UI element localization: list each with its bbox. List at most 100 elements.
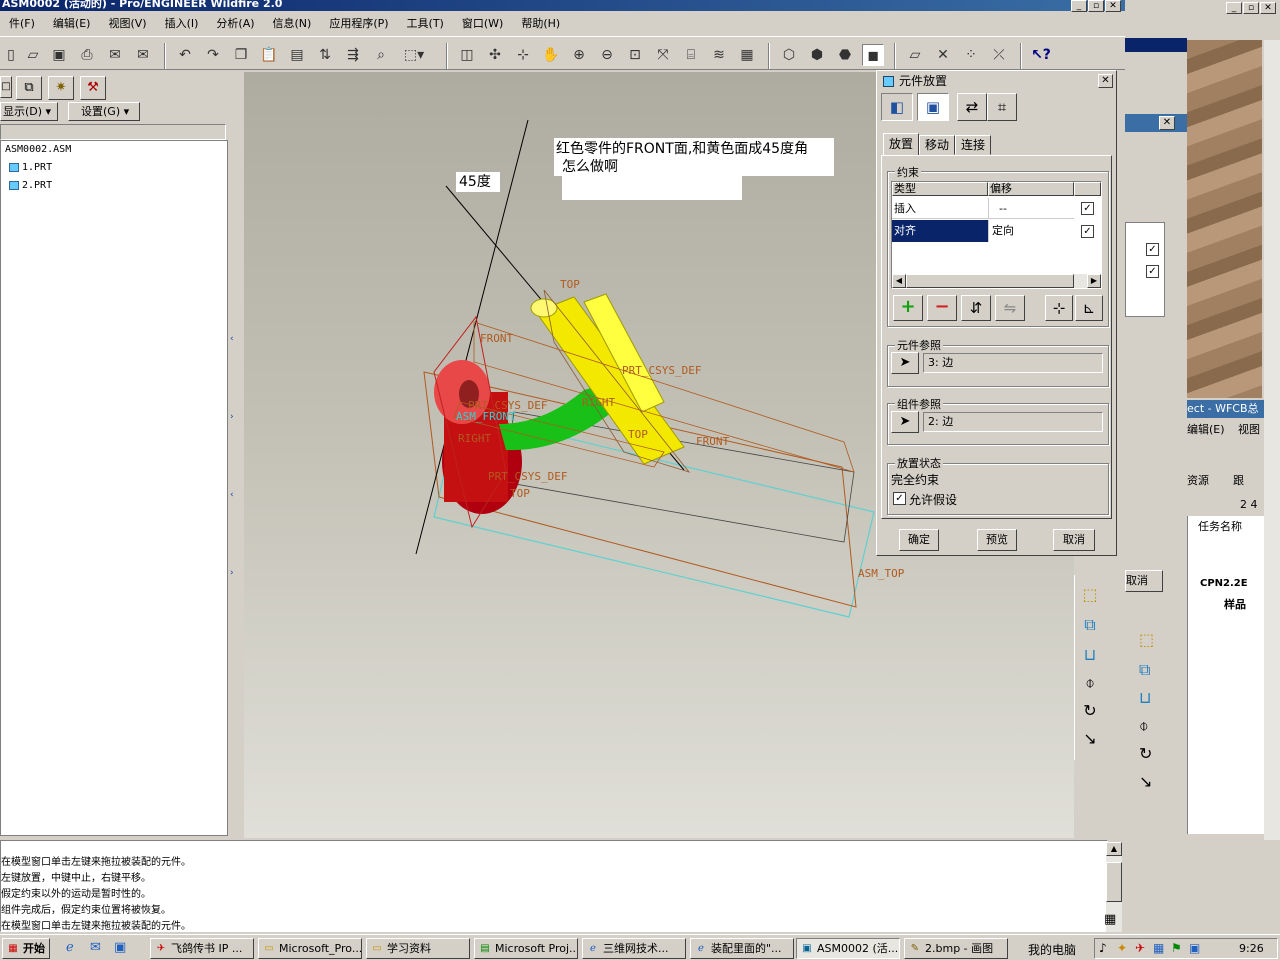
menu-file[interactable]: 件(F) <box>0 15 44 31</box>
task-study-folder[interactable]: ▭ 学习资料 <box>366 938 470 959</box>
datum-axes-icon[interactable]: ✕ <box>932 44 954 66</box>
add-constraint-icon[interactable]: + <box>893 295 923 321</box>
tab-move[interactable]: 移动 <box>919 135 955 155</box>
constraints-h-scrollbar[interactable]: ◀ ▶ <box>892 274 1101 288</box>
ok-button[interactable]: 确定 <box>899 529 939 551</box>
constraint-row-2-type[interactable]: 对齐 <box>892 220 988 242</box>
menu-tools[interactable]: 工具(T) <box>398 15 453 31</box>
bg-checkbox-1[interactable]: ✓ <box>1146 243 1159 256</box>
regenerate-icon[interactable]: ⇅ <box>314 44 336 66</box>
saved-views-icon[interactable]: ⌸ <box>680 44 702 66</box>
constraint-row-1-type[interactable]: 插入 <box>892 198 988 219</box>
panel-collapse-arrows[interactable]: ‹ › ‹ › <box>230 300 240 600</box>
column-header-offset[interactable]: 偏移 <box>988 182 1074 196</box>
menu-view[interactable]: 视图(V) <box>99 15 155 31</box>
desktop-quicklaunch-icon[interactable]: ▣ <box>114 940 126 955</box>
send-mail-icon[interactable]: ✉ <box>104 44 126 66</box>
component-create-icon[interactable]: ⧉ <box>1077 615 1103 639</box>
tray-app-icon[interactable]: ✦ <box>1117 941 1127 955</box>
print-icon[interactable]: ⎙ <box>76 44 98 66</box>
paste-special-icon[interactable]: ▤ <box>286 44 308 66</box>
my-computer-label[interactable]: 我的电脑 <box>1028 941 1076 958</box>
project-resource-label[interactable]: 资源 <box>1187 474 1209 487</box>
tree-item-asm[interactable]: ASM0002.ASM <box>5 144 71 155</box>
repaint-icon[interactable]: ◫ <box>456 44 478 66</box>
tray-security-icon[interactable]: ⚑ <box>1171 941 1182 955</box>
component-csys-icon[interactable]: ⊹ <box>1045 295 1073 321</box>
assembly-csys-icon[interactable]: ⊾ <box>1075 295 1103 321</box>
zoom-in-icon[interactable]: ⊕ <box>568 44 590 66</box>
project-v-scrollbar[interactable] <box>1264 40 1280 840</box>
constraint-row-2-checkbox[interactable]: ✓ <box>1081 225 1094 238</box>
regen-manager-icon[interactable]: ⇶ <box>342 44 364 66</box>
tray-feige-icon[interactable]: ✈ <box>1135 941 1145 955</box>
project-menu-edit[interactable]: 编辑(E) <box>1187 423 1225 436</box>
selection-box-icon[interactable]: ⬚▾ <box>398 44 430 66</box>
layer-tree-tab-icon[interactable]: ⧉ <box>16 76 42 100</box>
chamfer-feature-icon[interactable]: ↘ <box>1077 729 1103 753</box>
coordinate-systems-icon[interactable]: ⤫ <box>988 44 1010 66</box>
bg-create-icon[interactable]: ⧉ <box>1139 660 1150 680</box>
scroll-right-icon[interactable]: ▶ <box>1087 274 1101 288</box>
bg-minimize-icon[interactable]: _ <box>1226 2 1242 14</box>
assembly-ref-field[interactable]: 2: 边 <box>923 412 1103 432</box>
shading-icon[interactable]: ◼ <box>862 44 884 66</box>
reorient-icon[interactable]: ⤧ <box>652 44 674 66</box>
maximize-icon[interactable]: ▫ <box>1088 0 1104 12</box>
layers-icon[interactable]: ≋ <box>708 44 730 66</box>
dialog-close-icon[interactable]: ✕ <box>1098 74 1113 88</box>
hidden-line-icon[interactable]: ⬢ <box>806 44 828 66</box>
task-3d-forum[interactable]: ℯ 三维网技术... <box>582 938 686 959</box>
bg-cancel-button[interactable]: 取消 <box>1125 570 1163 592</box>
view-manager-icon[interactable]: ▦ <box>736 44 758 66</box>
scroll-thumb[interactable] <box>906 274 1074 288</box>
convert-constraint-icon[interactable]: ⇋ <box>995 295 1025 321</box>
bg-assemble-icon[interactable]: ⬚ <box>1139 630 1154 649</box>
project-task-2[interactable]: 样品 <box>1224 596 1246 612</box>
datum-planes-icon[interactable]: ▱ <box>904 44 926 66</box>
interface-reuse-icon[interactable]: ⇄ <box>957 93 987 121</box>
constraint-row-1-checkbox[interactable]: ✓ <box>1081 202 1094 215</box>
assembly-window-toggle-icon[interactable]: ◧ <box>881 93 913 121</box>
menu-applications[interactable]: 应用程序(P) <box>320 15 397 31</box>
tab-connect[interactable]: 连接 <box>955 135 991 155</box>
column-header-type[interactable]: 类型 <box>892 182 988 196</box>
bg-restore-icon[interactable]: ▫ <box>1243 2 1259 14</box>
start-button[interactable]: ▦ 开始 <box>2 938 50 959</box>
flip-constraint-icon[interactable]: ⇵ <box>961 295 991 321</box>
task-paint[interactable]: ✎ 2.bmp - 画图 <box>904 938 1008 959</box>
paste-icon[interactable]: 📋 <box>258 44 280 66</box>
cancel-button[interactable]: 取消 <box>1053 529 1095 551</box>
tree-item-part-2[interactable]: 2.PRT <box>9 180 52 191</box>
component-assemble-icon[interactable]: ⬚ <box>1077 585 1103 609</box>
constraint-row-2-offset[interactable]: 定向 <box>988 220 1074 242</box>
redo-icon[interactable]: ↷ <box>202 44 224 66</box>
context-help-icon[interactable]: ↖? <box>1030 44 1052 66</box>
no-hidden-icon[interactable]: ⬣ <box>834 44 856 66</box>
bg-cut-icon[interactable]: ⊔ <box>1139 688 1151 707</box>
ie-quicklaunch-icon[interactable]: ℯ <box>66 940 74 955</box>
menu-edit[interactable]: 编辑(E) <box>44 15 100 31</box>
menu-help[interactable]: 帮助(H) <box>512 15 569 31</box>
allow-assumptions-checkbox[interactable]: ✓ <box>893 492 906 505</box>
task-ms-pro-folder[interactable]: ▭ Microsoft_Pro... <box>258 938 362 959</box>
separate-window-toggle-icon[interactable]: ▣ <box>917 93 949 121</box>
task-ms-project[interactable]: ▤ Microsoft Proj... <box>474 938 578 959</box>
orient-mode-icon[interactable]: ⊹ <box>512 44 534 66</box>
constraint-row-1-offset[interactable]: -- <box>988 198 1074 219</box>
show-dropdown[interactable]: 显示(D) ▾ <box>0 102 58 121</box>
find-icon[interactable]: ⌕ <box>370 44 392 66</box>
bg-dialog-close-icon[interactable]: ✕ <box>1159 116 1175 130</box>
bg-close-icon[interactable]: ✕ <box>1260 2 1276 14</box>
zoom-fit-icon[interactable]: ⊡ <box>624 44 646 66</box>
message-scroll-thumb[interactable] <box>1106 862 1122 902</box>
datum-points-icon[interactable]: ⁘ <box>960 44 982 66</box>
close-icon[interactable]: ✕ <box>1105 0 1121 12</box>
scroll-left-icon[interactable]: ◀ <box>892 274 906 288</box>
menu-analysis[interactable]: 分析(A) <box>207 15 263 31</box>
pan-hand-icon[interactable]: ✋ <box>540 44 562 66</box>
new-file-icon[interactable]: ▯ <box>0 44 22 66</box>
favorites-tab-icon[interactable]: ⚒ <box>80 76 106 100</box>
wireframe-icon[interactable]: ⬡ <box>778 44 800 66</box>
interface-folder-icon[interactable]: ⌗ <box>987 93 1017 121</box>
